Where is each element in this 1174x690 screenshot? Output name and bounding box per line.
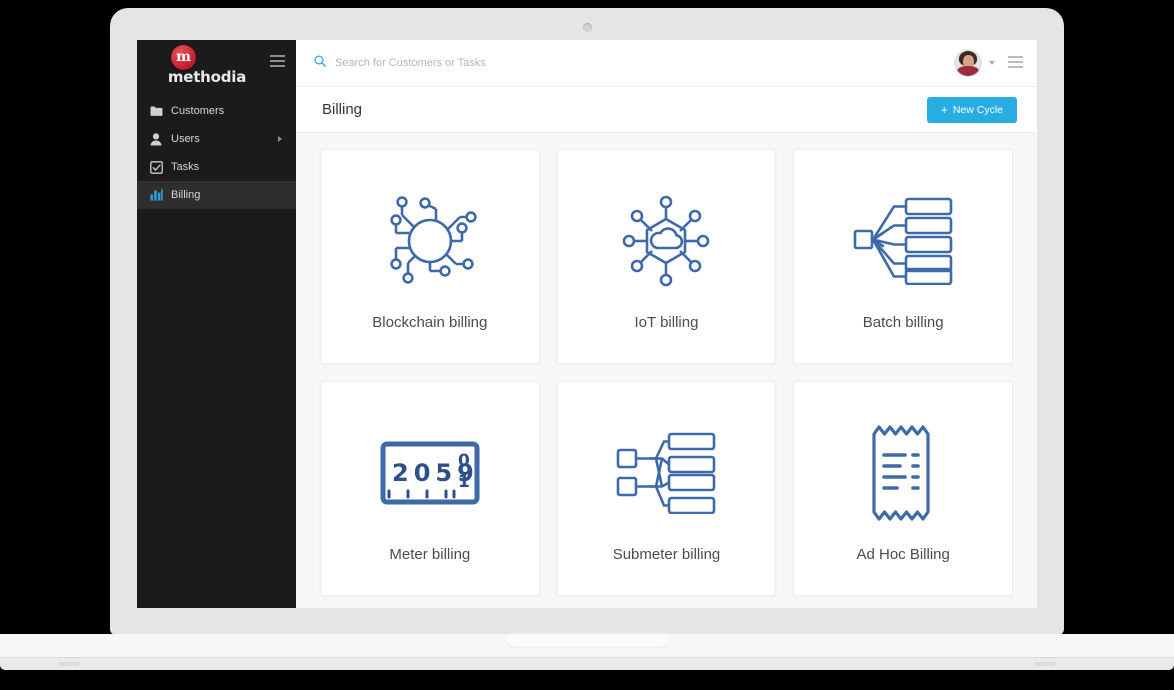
sidebar-item-label: Billing [171,188,201,201]
blockchain-network-icon [378,182,482,300]
new-cycle-button[interactable]: + New Cycle [926,96,1017,123]
plus-icon: + [940,102,948,117]
meter-roll-top: 0 [458,451,470,471]
sidebar: m methodia Customers Users Tasks Billing [137,40,296,608]
brand-name: methodia [167,68,247,86]
laptop-base-edge [0,657,1174,670]
topbar-right-controls [955,50,1023,76]
sidebar-toggle-hamburger-icon[interactable] [270,55,285,70]
laptop-foot [58,662,80,666]
brand-header: m methodia [137,40,296,88]
submeter-tree-icon [616,414,716,532]
search-container [314,54,955,72]
search-input[interactable] [335,57,665,69]
hamburger-line [1008,55,1023,58]
cards-area: Blockchain billing IoT billing Batch bil… [296,133,1037,608]
avatar-body [957,66,979,76]
user-icon [149,132,163,146]
app-screen: m methodia Customers Users Tasks Billing… [137,40,1037,608]
card-submeter-billing[interactable]: Submeter billing [556,381,777,596]
bar-chart-icon [149,188,163,202]
topbar-hamburger-icon[interactable] [1008,55,1023,71]
page-title: Billing [322,101,363,118]
chevron-down-icon[interactable] [989,61,995,65]
webcam-icon [583,23,592,32]
laptop-mockup: m methodia Customers Users Tasks Billing… [0,0,1174,690]
avatar[interactable] [955,50,981,76]
folder-icon [149,104,163,118]
checkbox-icon [149,160,163,174]
receipt-icon [868,414,938,532]
hamburger-line [1008,65,1023,68]
methodia-logo-icon: m [171,45,196,70]
new-cycle-label: New Cycle [952,103,1003,116]
page-header-bar: Billing + New Cycle [296,87,1037,133]
hamburger-line [270,60,285,62]
sidebar-item-customers[interactable]: Customers [137,97,296,125]
sidebar-item-users[interactable]: Users [137,125,296,153]
hamburger-line [270,55,285,57]
hamburger-line [270,65,285,67]
laptop-foot [1034,662,1056,666]
card-blockchain-billing[interactable]: Blockchain billing [320,149,540,364]
sidebar-item-label: Customers [171,104,225,117]
card-label: IoT billing [634,314,699,331]
card-label: Ad Hoc Billing [856,546,950,563]
sidebar-nav: Customers Users Tasks Billing [137,97,296,209]
card-label: Batch billing [862,314,944,331]
card-meter-billing[interactable]: 2059 0 1 Meter billing [320,381,540,596]
card-ad-hoc-billing[interactable]: Ad Hoc Billing [793,381,1013,596]
chevron-right-icon [278,136,282,142]
sidebar-item-label: Tasks [171,160,200,173]
hamburger-line [1008,60,1023,63]
card-label: Submeter billing [612,546,721,563]
search-icon [314,54,326,72]
card-batch-billing[interactable]: Batch billing [793,149,1013,364]
card-label: Meter billing [389,546,471,563]
iot-cloud-network-icon [616,182,716,300]
sidebar-item-billing[interactable]: Billing [137,181,296,209]
batch-converge-icon [853,182,953,300]
card-iot-billing[interactable]: IoT billing [556,149,777,364]
main-area: Billing + New Cycle [296,40,1037,608]
top-bar [296,40,1037,87]
laptop-trackpad-notch [505,634,670,648]
meter-roll-bottom: 1 [458,472,470,492]
logo-letter: m [176,49,191,65]
sidebar-item-label: Users [171,132,200,145]
meter-dial-icon: 2059 0 1 [380,414,480,532]
card-label: Blockchain billing [372,314,488,331]
billing-cards-grid: Blockchain billing IoT billing Batch bil… [320,149,1013,596]
sidebar-item-tasks[interactable]: Tasks [137,153,296,181]
